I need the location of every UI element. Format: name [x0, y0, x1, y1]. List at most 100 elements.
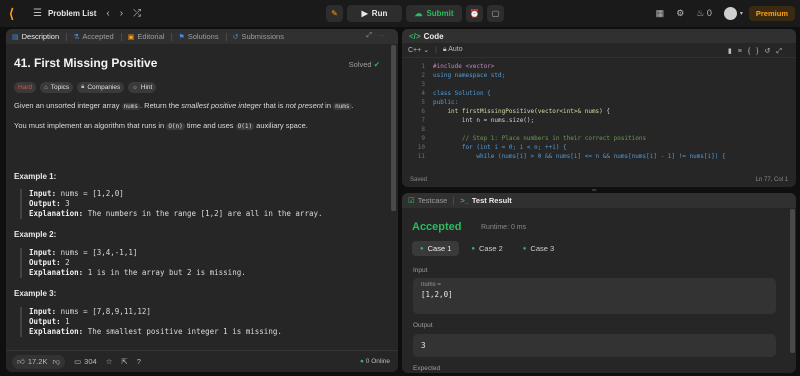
fullscreen-icon[interactable]: ⤢: [776, 48, 788, 55]
tab-description[interactable]: ▤ Description: [12, 32, 59, 41]
thumbs-up-icon: 👍︎: [17, 356, 25, 366]
example-block: Input: nums = [7,8,9,11,12] Output: 1 Ex…: [20, 307, 282, 337]
shuffle-icon[interactable]: ⤮: [133, 8, 141, 19]
share-button[interactable]: ⇱: [121, 357, 127, 366]
description-content: 41. First Missing Positive Solved ✔ Hard…: [6, 44, 390, 350]
tab-submissions[interactable]: ↺ Submissions: [233, 32, 284, 41]
tab-accepted[interactable]: ⚗ Accepted: [73, 32, 114, 41]
tab-label: Testcase: [417, 196, 448, 205]
test-scrollbar[interactable]: [790, 209, 795, 353]
case-label: Case 3: [530, 244, 555, 253]
case-tab[interactable]: ● Case 1: [412, 241, 460, 256]
example-heading: Example 3:: [14, 289, 57, 298]
help-icon: ?: [136, 357, 141, 366]
code-line: int firstMissingPositive(vector<int>& nu…: [433, 108, 610, 116]
description-scrollbar[interactable]: [391, 45, 396, 211]
timer-button[interactable]: ⏰: [466, 5, 483, 22]
code-panel: </> Code C++ ⌄ | 🔒︎ Auto ▮≡{}↺⤢ 1 #includ…: [402, 29, 796, 187]
leetcode-logo-icon[interactable]: ⟨: [9, 6, 23, 21]
favorite-button[interactable]: ☆: [106, 357, 113, 366]
explanation-label: Explanation:: [29, 268, 84, 277]
code-line: for (int i = 0; i < n; ++i) {: [433, 144, 567, 152]
language-select[interactable]: C++ ⌄: [408, 46, 429, 54]
more-options-icon[interactable]: ⋯: [378, 32, 391, 39]
tab-label: Description: [21, 32, 60, 41]
lightbulb-icon: ☼: [132, 84, 138, 91]
description-tabs: ▤ Description ⚗ Accepted ▣ Editorial ⚑ Solut…: [6, 29, 398, 44]
avatar[interactable]: [723, 7, 737, 20]
output-label: Output:: [29, 199, 61, 208]
format-icon[interactable]: ≡: [738, 48, 748, 55]
tab-editorial[interactable]: ▣ Editorial: [128, 32, 165, 41]
case-tab[interactable]: ● Case 2: [463, 241, 510, 256]
example-block: Input: nums = [3,4,-1,1] Output: 2 Expla…: [20, 248, 246, 278]
submit-button[interactable]: ☁ Submit: [406, 5, 462, 22]
explanation-label: Explanation:: [29, 209, 84, 218]
tab-label: Submissions: [241, 32, 284, 41]
run-button[interactable]: ▶ Run: [347, 5, 402, 22]
next-problem-icon[interactable]: ›: [120, 8, 123, 19]
example-block: Input: nums = [1,2,0] Output: 3 Explanat…: [20, 189, 323, 219]
nav-right: ▦ ⚙ ♨ 0 ▾ Premium: [656, 0, 800, 27]
text: .: [351, 101, 354, 110]
line-number: 10: [417, 144, 425, 151]
example-explanation: Explanation: The numbers in the range [1…: [29, 209, 323, 219]
braces-icon[interactable]: {}: [748, 48, 765, 55]
layout-grid-icon[interactable]: ▦: [656, 8, 665, 19]
output-value: 1: [65, 317, 70, 326]
hint-tag[interactable]: ☼ Hint: [128, 82, 157, 93]
input-label: Input:: [29, 189, 57, 198]
debug-button[interactable]: ✎: [326, 5, 343, 22]
tab-solutions[interactable]: ⚑ Solutions: [178, 32, 218, 41]
text: auxiliary space.: [254, 121, 308, 130]
code-text: public:: [433, 99, 459, 106]
tab-test-result[interactable]: >_ Test Result: [460, 196, 511, 205]
tab-testcase[interactable]: ☑ Testcase: [408, 196, 447, 205]
code-toolbar: C++ ⌄ | 🔒︎ Auto ▮≡{}↺⤢: [402, 43, 796, 58]
case-tab[interactable]: ● Case 3: [515, 241, 562, 256]
output-value-box: 3: [413, 334, 776, 357]
notes-button[interactable]: ▢: [487, 5, 504, 22]
comments-button[interactable]: ▭ 304: [74, 357, 97, 366]
output-section-label: Output: [413, 322, 433, 329]
problem-title[interactable]: 41. First Missing Positive: [14, 56, 157, 70]
help-button[interactable]: ?: [137, 357, 141, 366]
input-section-label: Input: [413, 267, 428, 274]
output-value: 3: [65, 199, 70, 208]
solved-label: Solved: [348, 60, 372, 69]
pass-dot-icon: ●: [522, 245, 527, 252]
expand-icon[interactable]: ⤢: [366, 32, 378, 39]
example-input: Input: nums = [3,4,-1,1]: [29, 248, 246, 258]
reset-icon[interactable]: ↺: [765, 48, 777, 55]
streak-counter[interactable]: ♨ 0: [696, 8, 712, 19]
problem-list-icon[interactable]: ☰: [33, 8, 42, 19]
test-tabs: ☑ Testcase >_ Test Result: [402, 193, 796, 208]
description-footer: 👍︎ 17.2K 👎︎ ▭ 304 ☆ ⇱ ? ● 0 Online: [6, 350, 398, 372]
bookmark-icon[interactable]: ▮: [728, 48, 738, 55]
example-input: Input: nums = [1,2,0]: [29, 189, 323, 199]
problem-list-link[interactable]: Problem List: [48, 9, 96, 18]
thumbs-down-icon[interactable]: 👎︎: [52, 357, 60, 367]
topics-tag[interactable]: ⌂ Topics: [40, 82, 74, 93]
like-button[interactable]: 👍︎ 17.2K 👎︎: [12, 354, 66, 369]
panel-resize-handle[interactable]: ═: [592, 188, 602, 194]
companies-tag[interactable]: 🔒︎ Companies: [77, 82, 125, 93]
settings-gear-icon[interactable]: ⚙: [676, 8, 684, 19]
avatar-menu-icon[interactable]: ▾: [740, 10, 743, 17]
code-text: class Solution {: [433, 90, 491, 97]
output-value: 3: [421, 341, 426, 350]
variable-name: nums =: [421, 282, 441, 288]
tab-divider: [171, 32, 173, 41]
code-line: public:: [433, 99, 458, 107]
premium-button[interactable]: Premium: [748, 6, 795, 21]
explanation-value: The numbers in the range [1,2] are all i…: [87, 209, 323, 218]
prev-problem-icon[interactable]: ‹: [106, 8, 109, 19]
tag-icon: ⌂: [44, 84, 48, 91]
star-icon: ☆: [105, 357, 113, 366]
code-editor[interactable]: 1 #include <vector> 2 using namespace st…: [402, 63, 796, 173]
chevron-down-icon: ⌄: [423, 47, 430, 54]
auto-mode-toggle[interactable]: 🔒︎ Auto: [443, 46, 463, 54]
example-output: Output: 3: [29, 199, 323, 209]
tab-label: Test Result: [471, 196, 512, 205]
description-paragraph-1: Given an unsorted integer array nums. Re…: [14, 101, 384, 112]
